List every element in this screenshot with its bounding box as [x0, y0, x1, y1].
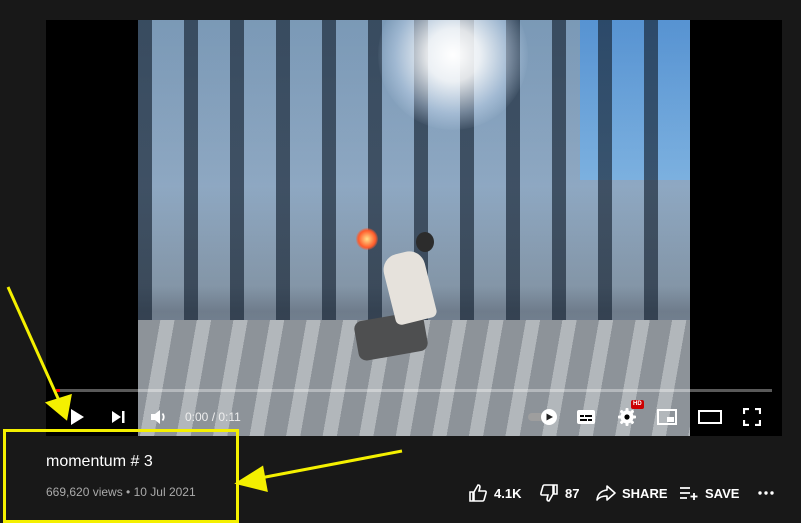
theater-mode-button[interactable] — [696, 398, 724, 436]
dislike-count: 87 — [565, 485, 580, 501]
progress-bar[interactable] — [56, 389, 772, 392]
share-button[interactable]: SHARE — [596, 480, 668, 506]
miniplayer-button[interactable] — [655, 398, 679, 436]
video-runner-head — [416, 232, 434, 252]
more-horizontal-icon — [758, 491, 774, 495]
annotation-highlight-box — [3, 429, 239, 523]
theater-mode-icon — [698, 410, 722, 424]
more-actions-button[interactable] — [758, 480, 774, 506]
fullscreen-icon — [743, 408, 761, 426]
save-button[interactable]: SAVE — [679, 480, 739, 506]
autoplay-toggle-icon — [528, 409, 557, 425]
fullscreen-button[interactable] — [740, 398, 764, 436]
autoplay-toggle[interactable] — [526, 398, 560, 436]
like-button[interactable]: 4.1K — [468, 480, 521, 506]
share-icon — [596, 485, 616, 501]
video-player[interactable]: 0:00 / 0:11 HD — [46, 20, 782, 436]
volume-icon — [151, 410, 165, 424]
subtitles-button[interactable] — [574, 398, 598, 436]
save-label: SAVE — [705, 485, 740, 501]
thumbs-up-icon — [469, 484, 487, 502]
play-icon — [71, 409, 84, 425]
progress-fill — [56, 389, 60, 392]
dislike-button[interactable]: 87 — [539, 480, 579, 506]
hd-badge: HD — [631, 400, 644, 409]
annotation-arrow-to-title — [254, 449, 403, 481]
playlist-add-icon — [680, 487, 698, 500]
thumbs-down-icon — [540, 484, 558, 502]
miniplayer-icon — [657, 409, 677, 425]
time-display: 0:00 / 0:11 — [185, 410, 241, 424]
like-count: 4.1K — [494, 485, 522, 501]
subtitles-icon — [577, 410, 595, 424]
share-label: SHARE — [622, 485, 668, 501]
video-frame[interactable] — [138, 20, 690, 436]
video-flare — [356, 228, 378, 250]
gear-icon — [618, 408, 636, 426]
skip-next-icon — [112, 411, 125, 423]
